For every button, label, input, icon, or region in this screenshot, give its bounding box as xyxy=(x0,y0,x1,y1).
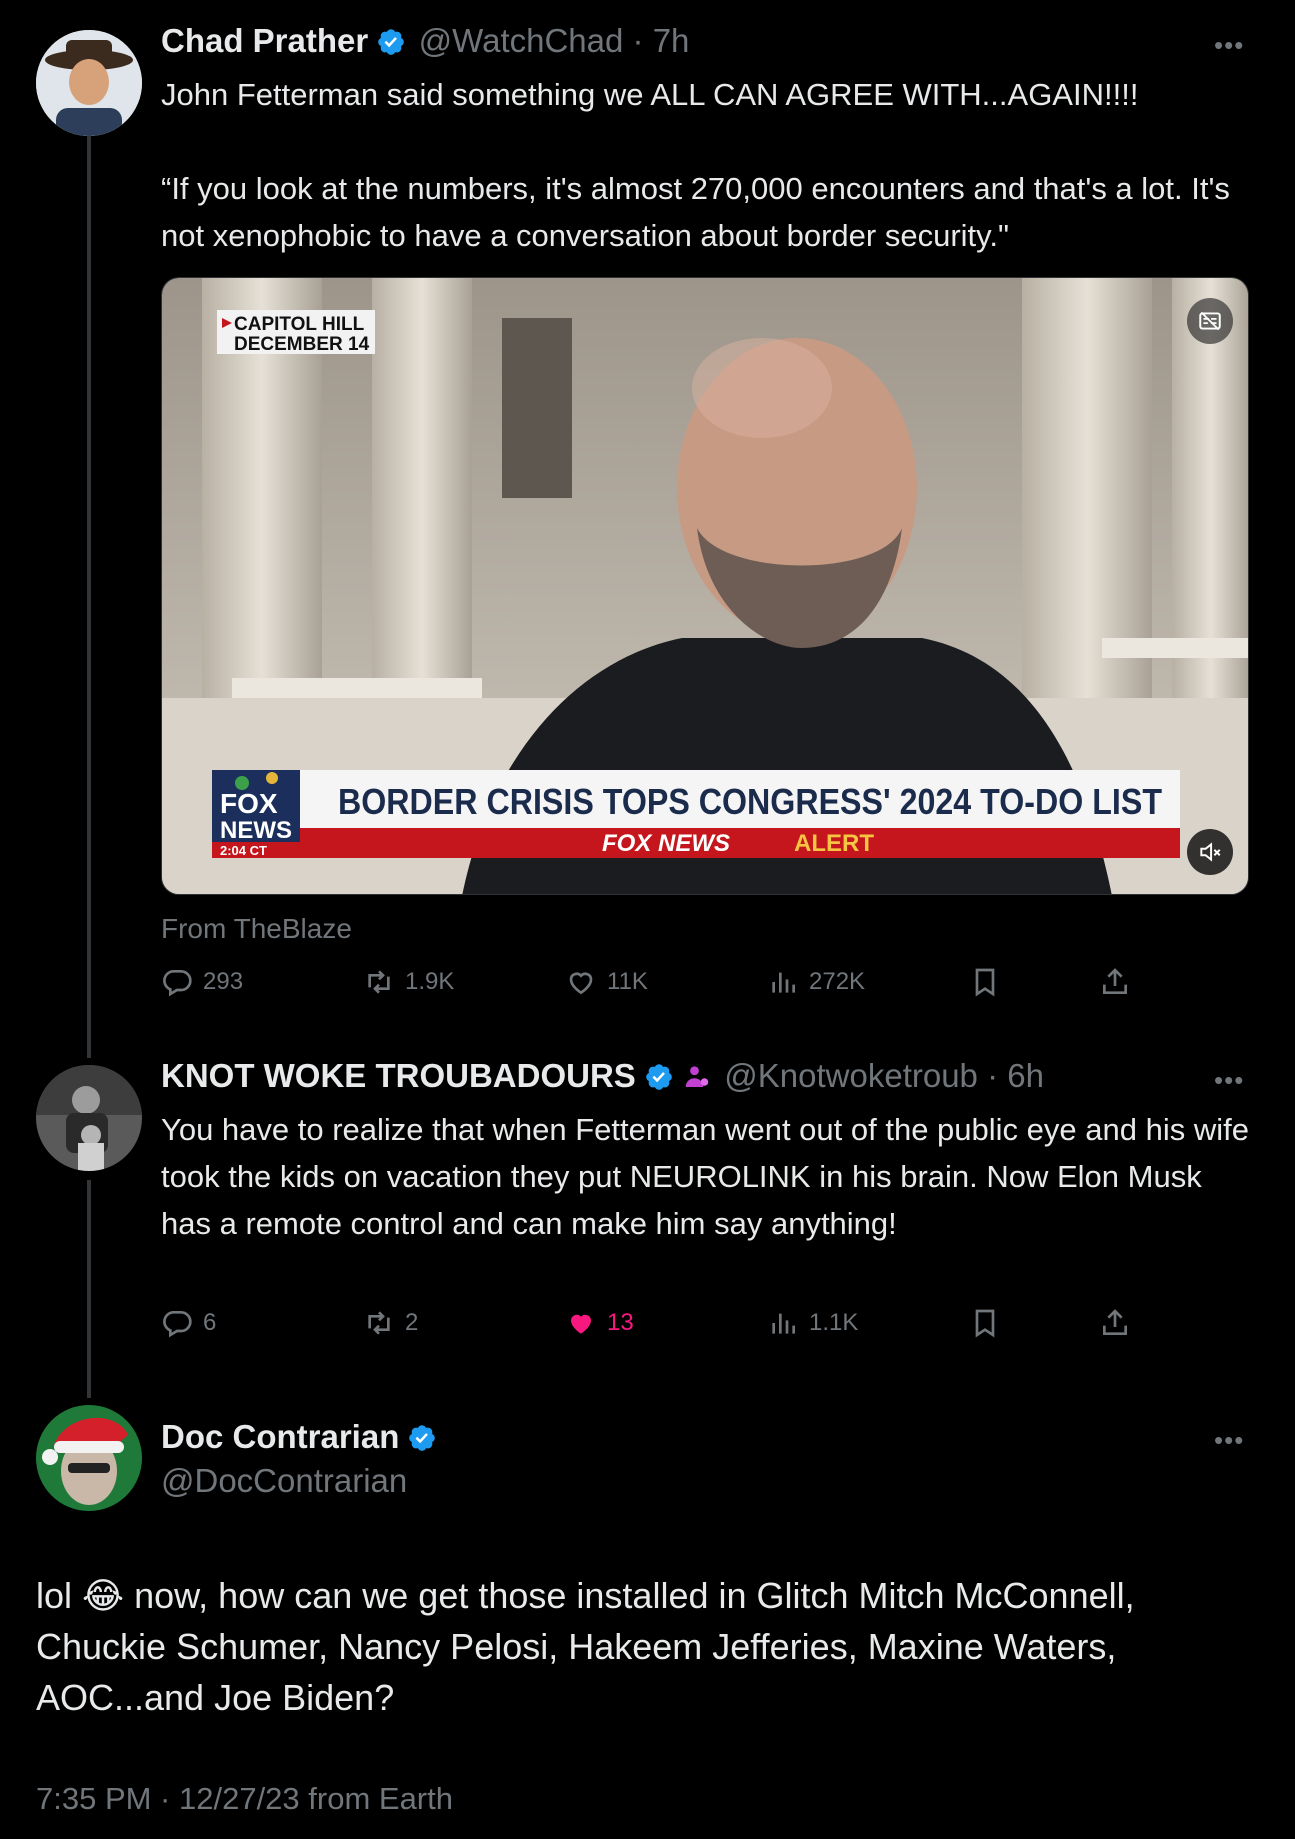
bookmark-icon xyxy=(975,968,995,997)
verified-badge-icon xyxy=(644,1062,674,1097)
author-handle[interactable]: @Knotwoketroub xyxy=(724,1057,978,1094)
alert-prefix: FOX NEWS xyxy=(602,830,730,857)
thread-line-1 xyxy=(87,134,91,1058)
more-icon[interactable]: ••• xyxy=(1214,1425,1244,1456)
reply-button[interactable]: 293 xyxy=(161,966,243,998)
tweet-text: John Fetterman said something we ALL CAN… xyxy=(161,77,1230,253)
chyron-text: BORDER CRISIS TOPS CONGRESS' 2024 TO-DO … xyxy=(338,781,1162,822)
repost-count: 2 xyxy=(405,1309,419,1336)
tweet-text: You have to realize that when Fetterman … xyxy=(161,1112,1258,1241)
main-tweet-text: lol 😂 now, how can we get those installe… xyxy=(36,1570,1256,1723)
media-source[interactable]: From TheBlaze xyxy=(161,913,352,945)
avatar-chad-prather[interactable] xyxy=(36,30,142,136)
verified-badge-icon xyxy=(407,1423,437,1458)
like-button[interactable]: 13 xyxy=(565,1307,634,1339)
group-affiliation-icon xyxy=(682,1062,712,1097)
tears-of-joy-emoji: 😂 xyxy=(82,1575,125,1616)
bookmark-button[interactable] xyxy=(969,966,1001,998)
location-line1: CAPITOL HILL xyxy=(234,314,365,335)
more-icon[interactable]: ••• xyxy=(1214,1065,1244,1096)
reply-icon xyxy=(163,1311,192,1338)
share-button[interactable] xyxy=(1099,1307,1131,1339)
repost-icon xyxy=(368,970,390,994)
action-bar: 293 1.9K 11K 272K xyxy=(161,966,1251,1006)
mute-icon[interactable] xyxy=(1187,829,1233,875)
post-time[interactable]: 6h xyxy=(1007,1057,1044,1094)
alert-word: ALERT xyxy=(794,830,874,857)
avatar-knot-woke-troubadours[interactable] xyxy=(36,1065,142,1171)
views-icon xyxy=(772,972,795,993)
thread-line-2 xyxy=(87,1180,91,1398)
avatar-doc-contrarian[interactable] xyxy=(36,1405,142,1511)
repost-icon xyxy=(368,1311,390,1335)
author-handle[interactable]: @DocContrarian xyxy=(161,1462,407,1500)
repost-button[interactable]: 1.9K xyxy=(363,966,454,998)
views-count: 272K xyxy=(809,968,866,995)
post-time[interactable]: 7h xyxy=(653,22,690,59)
reply-icon xyxy=(163,970,192,997)
author-handle[interactable]: @WatchChad xyxy=(419,22,624,59)
author-name[interactable]: Doc Contrarian xyxy=(161,1418,399,1455)
like-count: 11K xyxy=(607,968,648,995)
clock-label: 2:04 CT xyxy=(220,843,267,858)
share-icon xyxy=(1103,968,1127,994)
network-line1: FOX xyxy=(220,788,278,819)
author-name[interactable]: KNOT WOKE TROUBADOURS xyxy=(161,1057,636,1094)
video-player[interactable]: CAPITOL HILL DECEMBER 14 FOX NEWS 2:04 C… xyxy=(161,277,1249,895)
location-line2: DECEMBER 14 xyxy=(234,334,370,355)
like-count: 13 xyxy=(607,1309,634,1336)
author-name[interactable]: Chad Prather xyxy=(161,22,368,59)
reply-count: 293 xyxy=(203,968,244,995)
text-body: now, how can we get those installed in G… xyxy=(36,1575,1135,1718)
more-icon[interactable]: ••• xyxy=(1214,30,1244,61)
video-frame: CAPITOL HILL DECEMBER 14 FOX NEWS 2:04 C… xyxy=(162,278,1248,894)
share-button[interactable] xyxy=(1099,966,1131,998)
like-icon xyxy=(569,972,593,995)
reply-count: 6 xyxy=(203,1309,217,1336)
action-bar: 6 2 13 1.1K xyxy=(161,1307,1251,1347)
views-icon xyxy=(772,1313,795,1334)
views-button[interactable]: 272K xyxy=(767,966,865,998)
repost-count: 1.9K xyxy=(405,968,455,995)
views-count: 1.1K xyxy=(809,1309,859,1336)
bookmark-button[interactable] xyxy=(969,1307,1001,1339)
bookmark-icon xyxy=(975,1309,995,1338)
text-lol: lol xyxy=(36,1575,73,1616)
share-icon xyxy=(1103,1309,1127,1335)
reply-button[interactable]: 6 xyxy=(161,1307,216,1339)
repost-button[interactable]: 2 xyxy=(363,1307,418,1339)
captions-icon[interactable] xyxy=(1187,298,1233,344)
like-button[interactable]: 11K xyxy=(565,966,648,998)
post-timestamp[interactable]: 7:35 PM · 12/27/23 from Earth xyxy=(36,1781,453,1817)
like-icon xyxy=(571,1314,591,1334)
views-button[interactable]: 1.1K xyxy=(767,1307,858,1339)
verified-badge-icon xyxy=(376,27,406,62)
network-line2: NEWS xyxy=(220,817,292,844)
